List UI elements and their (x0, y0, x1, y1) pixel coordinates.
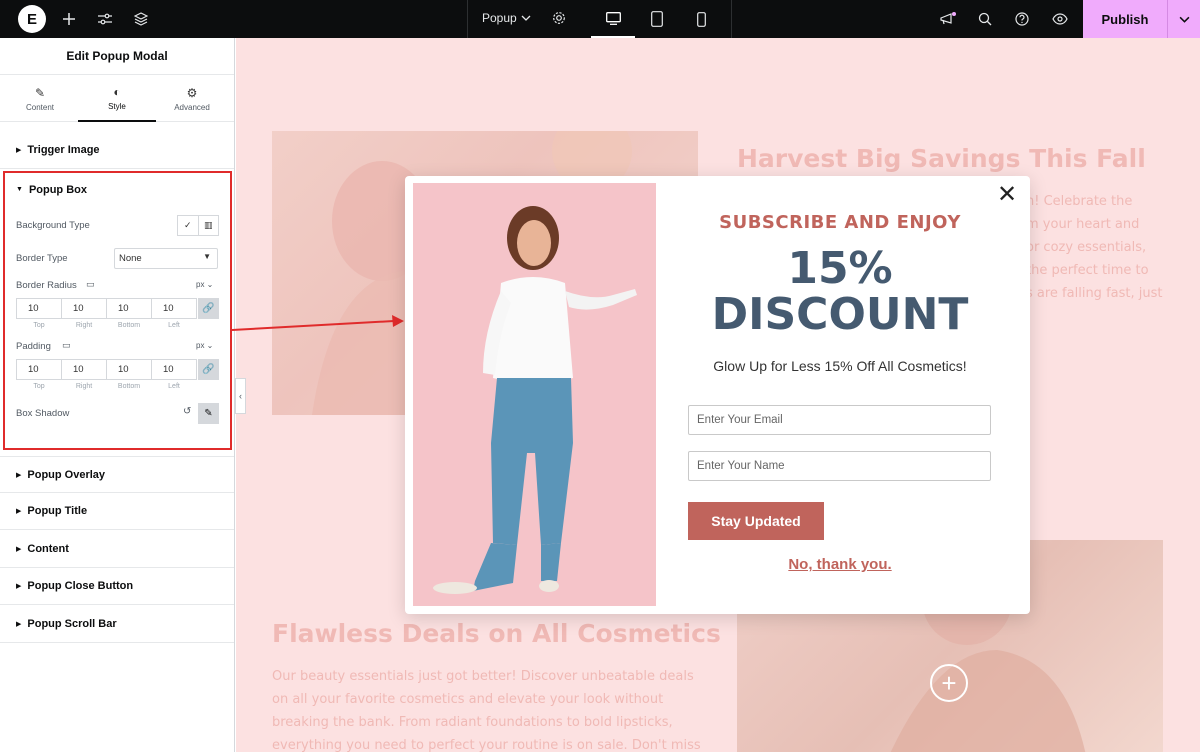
section-popup-title[interactable]: ▶ Popup Title (0, 493, 234, 530)
section-popup-scroll-bar-label: Popup Scroll Bar (27, 618, 117, 630)
pencil-icon: ✎ (34, 85, 46, 100)
tab-style-label: Style (108, 101, 126, 111)
tab-content[interactable]: ✎ Content (1, 75, 79, 122)
chevron-down-icon[interactable] (521, 10, 531, 28)
site-settings-icon[interactable] (94, 0, 116, 38)
para-fragment: m your heart and (1026, 217, 1140, 232)
section-content[interactable]: ▶ Content (0, 531, 234, 568)
popup-modal: ✕ SUBSCRIBE AND ENJOY 15% DISCOUNT Glow … (405, 176, 1030, 614)
collapse-panel-chevron-icon[interactable]: ‹ (235, 378, 246, 414)
page-settings-gear-icon[interactable] (552, 11, 566, 30)
caret-right-icon: ▶ (16, 508, 22, 515)
add-section-icon[interactable]: + (930, 664, 968, 702)
popup-discount-headline: 15% DISCOUNT (675, 246, 1005, 338)
caret-right-icon: ▶ (16, 147, 22, 154)
para-fragment: n! Celebrate the (1026, 194, 1133, 209)
tab-style[interactable]: ◐ Style (78, 75, 156, 122)
preview-eye-icon[interactable] (1048, 0, 1072, 38)
section-content-label: Content (27, 543, 69, 555)
mobile-view-icon[interactable] (679, 0, 723, 38)
caret-right-icon: ▶ (16, 471, 22, 479)
caret-right-icon: ▶ (16, 583, 22, 590)
elementor-logo-icon[interactable]: E (18, 5, 46, 33)
discount-percent: 15% (787, 243, 893, 294)
close-icon[interactable]: ✕ (997, 183, 1017, 207)
discount-word: DISCOUNT (711, 289, 969, 340)
section-trigger-image[interactable]: ▶ Trigger Image (0, 132, 234, 169)
help-icon[interactable] (1011, 0, 1033, 38)
search-icon[interactable] (974, 0, 996, 38)
publish-options-chevron-icon[interactable] (1167, 0, 1200, 38)
section-trigger-image-label: Trigger Image (27, 144, 100, 156)
popup-subheading: SUBSCRIBE AND ENJOY (719, 212, 961, 233)
tab-content-label: Content (25, 102, 55, 112)
top-bar: E Popup Publish (0, 0, 1200, 38)
section-popup-close-button[interactable]: ▶ Popup Close Button (0, 568, 234, 605)
highlight-frame (3, 171, 232, 450)
panel-title: Edit Popup Modal (66, 49, 168, 63)
section-popup-close-button-label: Popup Close Button (27, 580, 134, 592)
section-popup-overlay-label: Popup Overlay (27, 468, 106, 481)
section-popup-overlay[interactable]: ▶ Popup Overlay (0, 456, 234, 493)
caret-right-icon: ▶ (16, 621, 22, 628)
desktop-view-icon[interactable] (591, 0, 635, 38)
notifications-megaphone-icon[interactable] (937, 0, 959, 38)
model-photo (413, 183, 656, 606)
stay-updated-button[interactable]: Stay Updated (688, 502, 824, 540)
section-heading-harvest: Harvest Big Savings This Fall (737, 144, 1146, 173)
section-paragraph-cosmetics: Our beauty essentials just got better! D… (272, 669, 701, 752)
half-circle-icon: ◐ (113, 84, 121, 99)
gear-icon: ⚙ (186, 85, 198, 100)
decline-link[interactable]: No, thank you. (675, 556, 1005, 573)
document-name[interactable]: Popup (482, 11, 517, 25)
structure-layers-icon[interactable] (130, 0, 152, 38)
para-fragment: or cozy essentials, (1026, 240, 1147, 255)
tab-advanced-label: Advanced (174, 102, 210, 112)
panel-tabs: ✎ Content ◐ Style ⚙ Advanced (0, 74, 234, 122)
para-fragment: the perfect time to (1026, 263, 1149, 278)
tab-advanced[interactable]: ⚙ Advanced (153, 75, 231, 122)
popup-tagline: Glow Up for Less 15% Off All Cosmetics! (713, 358, 967, 374)
email-input[interactable]: Enter Your Email (688, 405, 991, 435)
name-input[interactable]: Enter Your Name (688, 451, 991, 481)
annotation-arrow (232, 315, 404, 331)
para-fragment: s are falling fast, just (1026, 286, 1163, 301)
section-popup-title-label: Popup Title (27, 505, 88, 517)
add-element-icon[interactable] (58, 0, 80, 38)
section-heading-flawless: Flawless Deals on All Cosmetics (272, 619, 721, 648)
caret-right-icon: ▶ (16, 546, 22, 553)
tablet-view-icon[interactable] (635, 0, 679, 38)
publish-button[interactable]: Publish (1083, 0, 1167, 38)
section-popup-scroll-bar[interactable]: ▶ Popup Scroll Bar (0, 606, 234, 643)
